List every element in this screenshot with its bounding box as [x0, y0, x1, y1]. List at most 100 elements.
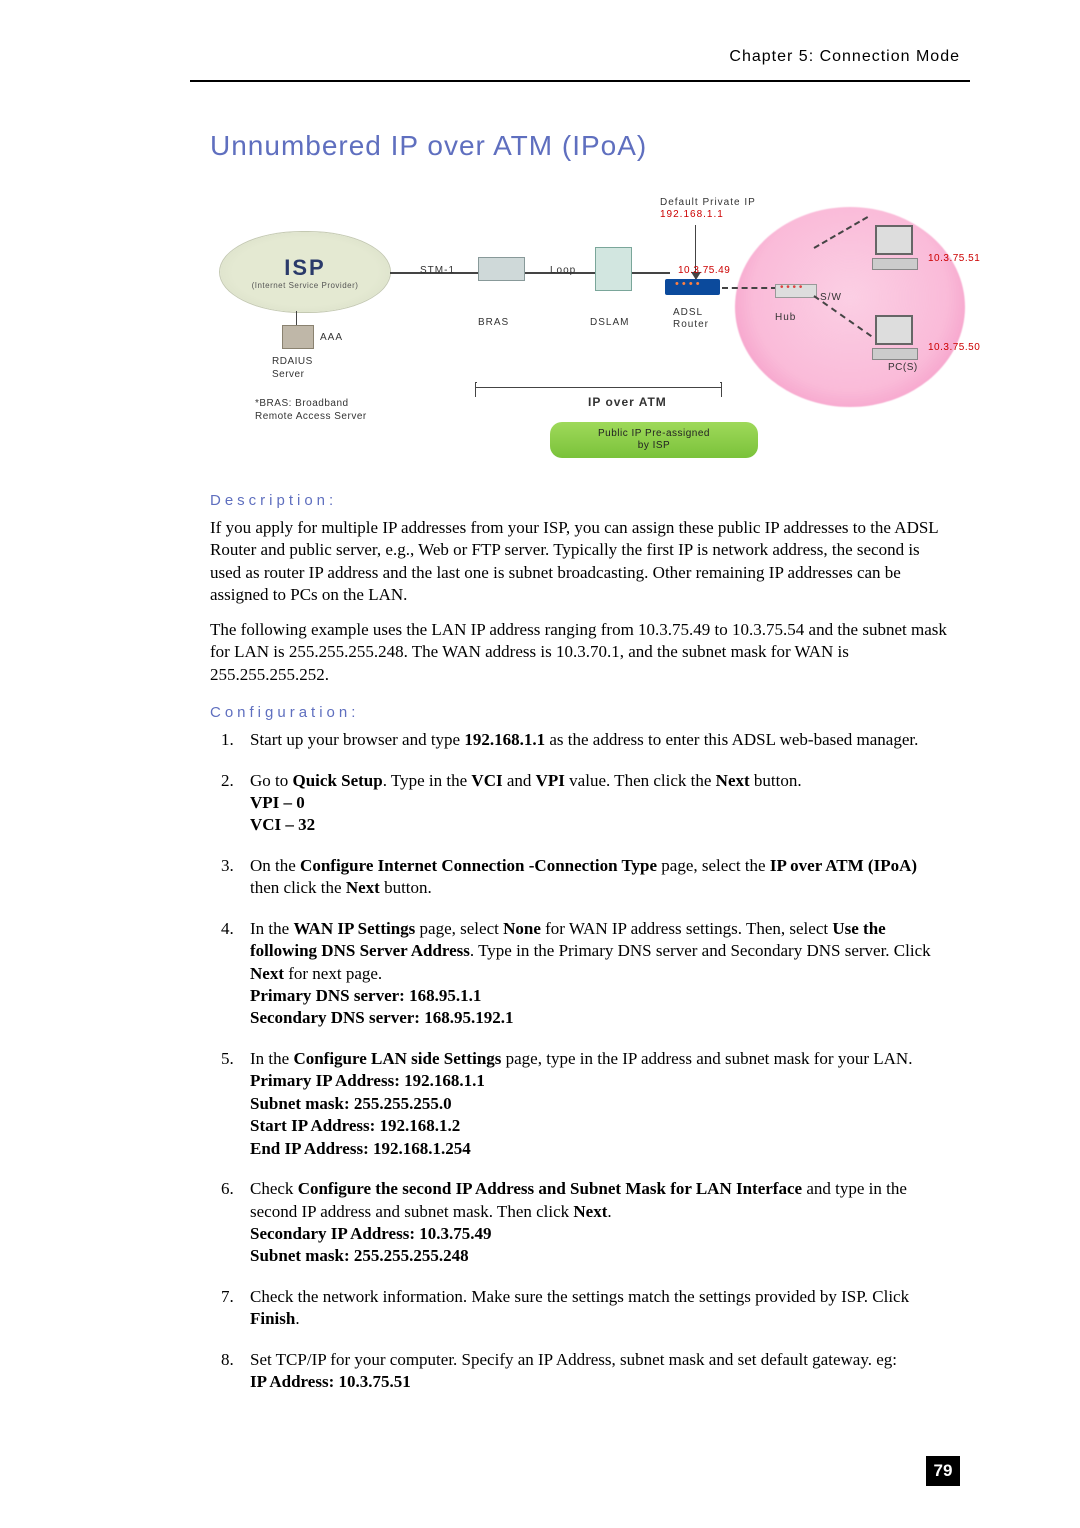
t: VPI – 0	[250, 793, 305, 812]
t: WAN IP Settings	[293, 919, 415, 938]
line	[296, 311, 297, 325]
t: page, type in the IP address and subnet …	[501, 1049, 912, 1068]
lan-ellipse	[735, 207, 965, 407]
ipoa-label: IP over ATM	[588, 395, 667, 409]
t: Quick Setup	[293, 771, 383, 790]
pcs-label: PC(S)	[888, 362, 918, 373]
page-number: 79	[926, 1456, 960, 1486]
page-title: Unnumbered IP over ATM (IPoA)	[210, 130, 950, 162]
t: value. Then click the	[565, 771, 716, 790]
t: : 10.3.75.49	[409, 1224, 491, 1243]
t: IP Address: 10.3.75.51	[250, 1372, 411, 1391]
t: 192.168.1.1	[464, 730, 545, 749]
step-1: Start up your browser and type 192.168.1…	[238, 729, 950, 751]
step-4: In the WAN IP Settings page, select None…	[238, 918, 950, 1030]
t: In the	[250, 1049, 293, 1068]
configuration-heading: Configuration:	[210, 704, 950, 721]
adsl-router-icon	[665, 279, 720, 295]
pc-ip-2: 10.3.75.50	[928, 342, 980, 353]
hub-label: Hub	[775, 312, 796, 323]
aaa-server-icon	[282, 325, 314, 349]
stm-label: STM-1	[420, 265, 455, 276]
t: for next page.	[284, 964, 382, 983]
dslam-device-icon	[595, 247, 632, 291]
t: Set TCP/IP for your computer. Specify an…	[250, 1350, 897, 1369]
step-3: On the Configure Internet Connection -Co…	[238, 855, 950, 900]
radius-label: RDAIUS Server	[272, 355, 313, 381]
bras-label: BRAS	[478, 317, 509, 328]
t: . Type in the Primary DNS server and Sec…	[470, 941, 931, 960]
t: Configure LAN side Settings	[293, 1049, 501, 1068]
t: button.	[380, 878, 432, 897]
t: Start up your browser and type	[250, 730, 464, 749]
t: Primary DNS server: 168.95.1.1	[250, 986, 481, 1005]
t: Primary IP Address	[250, 1071, 394, 1090]
pc-ip-1: 10.3.75.51	[928, 253, 980, 264]
isp-cloud: ISP (Internet Service Provider)	[220, 232, 390, 312]
t: Configure the second IP Address and Subn…	[298, 1179, 802, 1198]
t: Next	[716, 771, 750, 790]
t: page, select	[415, 919, 503, 938]
t: None	[503, 919, 541, 938]
isp-sublabel: (Internet Service Provider)	[252, 281, 359, 290]
bracket-line	[475, 387, 721, 388]
t: Next	[573, 1202, 607, 1221]
t: Subnet mask	[250, 1094, 344, 1113]
step-5: In the Configure LAN side Settings page,…	[238, 1048, 950, 1160]
step-2: Go to Quick Setup. Type in the VCI and V…	[238, 770, 950, 837]
chapter-header: Chapter 5: Connection Mode	[729, 48, 960, 66]
isp-label: ISP	[284, 255, 325, 281]
t: Start IP Address: 192.168.1.2	[250, 1116, 460, 1135]
t: Finish	[250, 1309, 295, 1328]
t: .	[295, 1309, 299, 1328]
dashed-link	[722, 287, 777, 289]
aaa-label: AAA	[320, 332, 343, 343]
description-paragraph-1: If you apply for multiple IP addresses f…	[210, 517, 950, 607]
t: .	[607, 1202, 611, 1221]
page-content: Unnumbered IP over ATM (IPoA) ISP (Inter…	[210, 130, 950, 1412]
bras-device-icon	[478, 257, 525, 281]
t: Configure Internet Connection -Connectio…	[300, 856, 657, 875]
t: IP over ATM (IPoA)	[770, 856, 917, 875]
bracket-end	[475, 382, 477, 397]
loop-label: Loop	[550, 265, 576, 276]
t: : 192.168.1.1	[394, 1071, 485, 1090]
t: VCI – 32	[250, 815, 315, 834]
t: . Type in the	[383, 771, 472, 790]
hub-icon	[775, 284, 817, 298]
t: : 255.255.255.248	[344, 1246, 469, 1265]
description-heading: Description:	[210, 492, 950, 509]
t: page, select the	[657, 856, 770, 875]
description-paragraph-2: The following example uses the LAN IP ad…	[210, 619, 950, 686]
t: Go to	[250, 771, 293, 790]
t: : 255.255.255.0	[344, 1094, 452, 1113]
t: Secondary IP Address	[250, 1224, 409, 1243]
default-ip-value: 192.168.1.1	[660, 209, 724, 220]
t: End IP Address: 192.168.1.254	[250, 1139, 471, 1158]
t: Next	[250, 964, 284, 983]
bras-footnote: *BRAS: Broadband Remote Access Server	[255, 397, 367, 423]
t: On the	[250, 856, 300, 875]
adsl-router-label: ADSL Router	[673, 307, 709, 331]
pc-icon	[872, 225, 916, 270]
public-ip-pill: Public IP Pre-assigned by ISP	[550, 422, 758, 458]
t: then click the	[250, 878, 346, 897]
network-diagram: ISP (Internet Service Provider) AAA RDAI…	[210, 187, 950, 467]
configuration-steps: Start up your browser and type 192.168.1…	[210, 729, 950, 1394]
step-8: Set TCP/IP for your computer. Specify an…	[238, 1349, 950, 1394]
t: button.	[750, 771, 802, 790]
router-ip-label: 10.3.75.49	[678, 265, 730, 276]
t: Check	[250, 1179, 298, 1198]
t: In the	[250, 919, 293, 938]
t: for WAN IP address settings. Then, selec…	[541, 919, 832, 938]
t: as the address to enter this ADSL web-ba…	[545, 730, 918, 749]
t: VPI	[536, 771, 565, 790]
t: VCI	[471, 771, 502, 790]
t: Subnet mask	[250, 1246, 344, 1265]
t: Next	[346, 878, 380, 897]
step-7: Check the network information. Make sure…	[238, 1286, 950, 1331]
header-rule	[190, 80, 970, 82]
t: Check the network information. Make sure…	[250, 1287, 909, 1306]
t: Secondary DNS server: 168.95.192.1	[250, 1008, 513, 1027]
pc-icon	[872, 315, 916, 360]
